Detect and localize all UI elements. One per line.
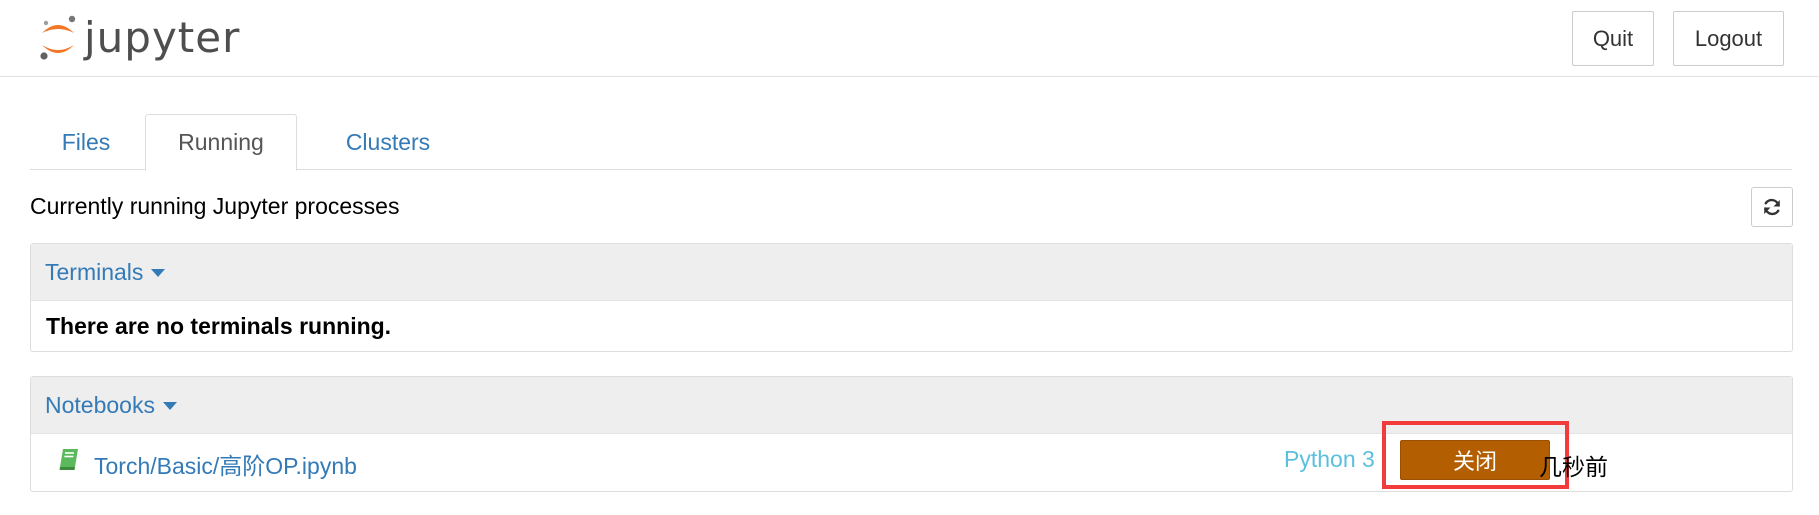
running-subtitle: Currently running Jupyter processes: [30, 193, 400, 219]
notebook-icon: [58, 448, 80, 477]
tab-running[interactable]: Running: [145, 114, 297, 171]
tab-files[interactable]: Files: [30, 114, 142, 170]
terminals-panel-header: Terminals: [31, 244, 1792, 301]
jupyter-logo-icon: [40, 15, 76, 60]
shutdown-button[interactable]: 关闭: [1400, 440, 1550, 480]
notebook-link[interactable]: Torch/Basic/高阶OP.ipynb: [94, 447, 357, 481]
refresh-button[interactable]: [1751, 187, 1793, 227]
notebooks-toggle[interactable]: Notebooks: [45, 392, 177, 419]
logo-text: jupyter: [84, 13, 241, 62]
refresh-icon: [1764, 198, 1780, 216]
notebook-last-activity: 几秒前: [1539, 455, 1608, 481]
terminals-empty-message: There are no terminals running.: [46, 312, 392, 339]
quit-button[interactable]: Quit: [1572, 11, 1654, 66]
jupyter-logo[interactable]: jupyter: [38, 10, 240, 66]
terminals-title: Terminals: [45, 258, 144, 285]
caret-down-icon: [151, 269, 166, 277]
header-bar: jupyter Quit Logout: [0, 0, 1819, 77]
notebooks-title: Notebooks: [45, 391, 155, 418]
tab-bar: Files Running Clusters: [30, 114, 1792, 171]
tab-clusters[interactable]: Clusters: [315, 114, 461, 170]
caret-down-icon: [162, 402, 177, 410]
terminals-panel: Terminals There are no terminals running…: [30, 243, 1793, 352]
logout-button[interactable]: Logout: [1673, 11, 1784, 66]
terminals-toggle[interactable]: Terminals: [45, 258, 166, 286]
notebook-kernel-name: Python 3: [1284, 446, 1375, 472]
